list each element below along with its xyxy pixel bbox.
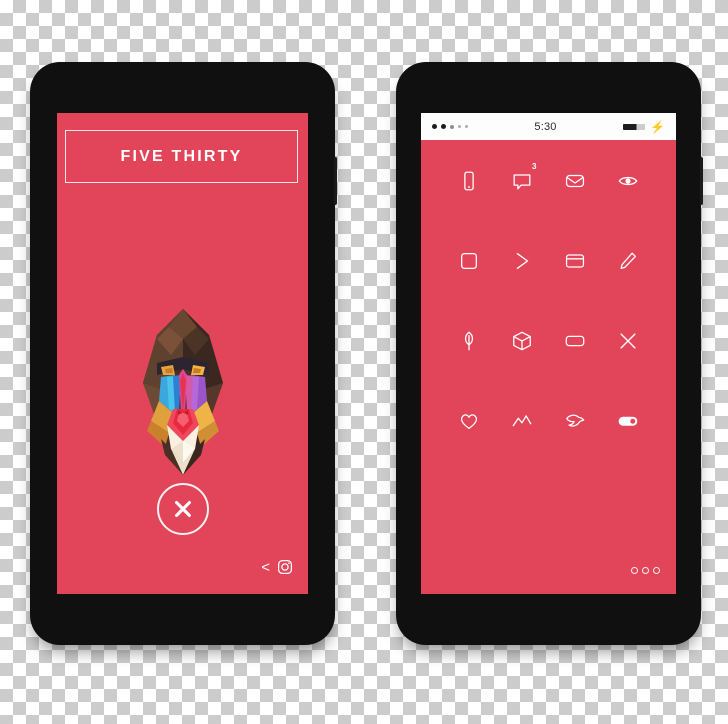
heart-icon: [461, 414, 478, 429]
grid-icon-stats[interactable]: [496, 410, 549, 490]
grid-icon-edit[interactable]: [601, 250, 654, 330]
phone-device-left: FIVE THIRTY <: [30, 62, 337, 645]
pencil-icon: [620, 252, 636, 269]
grid-icon-eye[interactable]: [601, 170, 654, 250]
chevron-right-icon: [516, 252, 529, 270]
cube-icon: [513, 331, 532, 351]
chevron-left-icon[interactable]: <: [261, 560, 270, 575]
splash-screen: FIVE THIRTY <: [57, 113, 308, 594]
mail-envelope-icon: [565, 174, 584, 188]
square-icon: [461, 253, 478, 269]
more-options-button[interactable]: [631, 567, 660, 574]
grid-icon-cube[interactable]: [496, 330, 549, 410]
signal-dot: [432, 124, 437, 129]
three-dots-icon-dot: [653, 567, 660, 574]
page-title: FIVE THIRTY: [120, 147, 243, 165]
signal-dot: [465, 125, 468, 128]
grid-icon-phone[interactable]: [443, 170, 496, 250]
phone-device-right: 5:30 ⚡ 3: [396, 62, 703, 645]
signal-dot: [441, 124, 446, 129]
phone-icon: [464, 171, 475, 191]
three-dots-icon-dot: [642, 567, 649, 574]
grid-icon-next[interactable]: [496, 250, 549, 330]
eye-icon: [618, 176, 638, 186]
x-close-icon: [620, 333, 636, 349]
grid-icon-square[interactable]: [443, 250, 496, 330]
chat-bubble-icon: [513, 174, 531, 190]
grid-icon-messages[interactable]: 3: [496, 163, 549, 250]
icon-grid-screen: 5:30 ⚡ 3: [421, 113, 676, 594]
signal-dots-icon: [432, 124, 468, 129]
three-dots-icon-dot: [631, 567, 638, 574]
app-icon-grid: 3: [421, 140, 676, 594]
grid-icon-favorites[interactable]: [443, 410, 496, 490]
grid-icon-close[interactable]: [601, 330, 654, 410]
grid-icon-toggle[interactable]: [601, 410, 654, 490]
toggle-switch-icon: [618, 416, 637, 426]
instagram-icon[interactable]: [276, 558, 294, 576]
status-bar-clock: 5:30: [534, 120, 557, 133]
screenshot-canvas: FIVE THIRTY < 5:30 ⚡ 3: [0, 0, 728, 724]
chart-line-icon: [512, 415, 532, 427]
footer-brand-row[interactable]: <: [261, 558, 294, 576]
grid-icon-card[interactable]: [549, 330, 602, 410]
status-bar-right: ⚡: [623, 121, 665, 133]
notification-badge: 3: [532, 162, 537, 171]
browser-window-icon: [565, 254, 584, 268]
grid-icon-leaf[interactable]: [443, 330, 496, 410]
mandrill-lowpoly-illustration: [131, 309, 235, 475]
status-bar: 5:30 ⚡: [421, 113, 676, 140]
rounded-rect-icon: [565, 335, 585, 347]
close-button[interactable]: [156, 483, 209, 535]
signal-dot: [450, 124, 454, 129]
grid-icon-bird[interactable]: [549, 410, 602, 490]
leaf-icon: [465, 331, 474, 351]
x-icon: [174, 501, 191, 517]
grid-icon-browser[interactable]: [549, 250, 602, 330]
battery-icon: [623, 123, 646, 130]
bird-icon: [565, 414, 585, 427]
grid-icon-mail[interactable]: [549, 170, 602, 250]
signal-dot: [458, 125, 461, 128]
lightning-bolt-icon: ⚡: [650, 119, 665, 134]
title-frame: FIVE THIRTY: [65, 130, 298, 183]
